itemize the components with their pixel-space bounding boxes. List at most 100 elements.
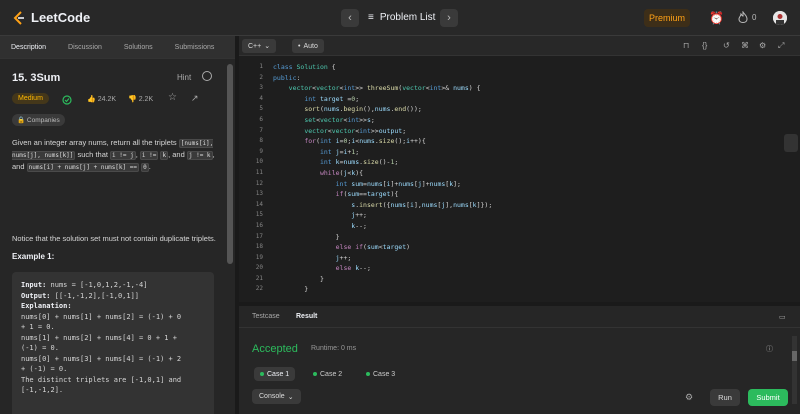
shortcut-icon[interactable]: ⌘: [741, 41, 749, 50]
code-line[interactable]: set<vector<int>>s;: [273, 115, 492, 126]
alarm-clock-icon[interactable]: ⏰: [709, 11, 724, 25]
code-line[interactable]: int k=nums.size()-1;: [273, 157, 492, 168]
dislike-count: 2.2K: [138, 95, 154, 103]
code-editor[interactable]: C++ ⌄ • Auto ⊓ {} ↺ ⌘ ⚙ ⤢ 1 2 3 4 5 6 7 …: [239, 36, 800, 302]
code-line[interactable]: else k--;: [273, 263, 492, 274]
code-line[interactable]: }: [273, 284, 492, 295]
problem-list-button[interactable]: ≡ Problem List: [368, 12, 435, 23]
problem-panel: Description Discussion Solutions Submiss…: [0, 36, 235, 414]
share-icon[interactable]: ↗: [191, 93, 199, 104]
language-select[interactable]: C++ ⌄: [242, 39, 277, 53]
code-line[interactable]: int sum=nums[i]+nums[j]+nums[k];: [273, 179, 492, 190]
desc-text: Given an integer array nums, return all …: [12, 138, 177, 147]
explanation-line: [-1,-1,2].: [21, 386, 64, 394]
code-line[interactable]: }: [273, 232, 492, 243]
thumbs-up-icon: 👍: [87, 96, 96, 103]
line-number: 13: [255, 190, 263, 198]
case-2-tab[interactable]: Case 2: [307, 367, 348, 381]
code-line[interactable]: public:: [273, 73, 492, 84]
runtime-text: Runtime: 0 ms: [311, 345, 357, 352]
code-line[interactable]: else if(sum<target): [273, 242, 492, 253]
hint-link[interactable]: Hint: [177, 73, 191, 82]
explanation-line: (-1) = 0.: [21, 344, 59, 352]
case-label: Case 3: [373, 370, 396, 378]
code-line[interactable]: for(int i=0;i<nums.size();i++){: [273, 136, 492, 147]
gear-icon[interactable]: ⚙: [759, 41, 766, 50]
line-number: 7: [259, 126, 263, 134]
line-number: 16: [255, 221, 263, 229]
next-problem-button[interactable]: ›: [440, 9, 458, 27]
code-line[interactable]: j++;: [273, 253, 492, 264]
left-scrollbar[interactable]: [227, 64, 233, 264]
tab-solutions[interactable]: Solutions: [113, 36, 164, 59]
line-numbers: 1 2 3 4 5 6 7 8 9 10 11 12 13 14 15 16 1…: [239, 62, 263, 295]
info-icon[interactable]: ⓘ: [766, 344, 773, 354]
tab-submissions[interactable]: Submissions: [164, 36, 226, 59]
inline-code: j != k: [186, 151, 213, 160]
result-tabs: Testcase Result ▭: [239, 306, 800, 328]
reset-icon[interactable]: ↺: [723, 41, 730, 50]
inline-code: 0: [141, 163, 149, 172]
code-content[interactable]: class Solution {public: vector<vector<in…: [273, 62, 492, 295]
editor-toolbar: C++ ⌄ • Auto ⊓ {} ↺ ⌘ ⚙ ⤢: [239, 36, 800, 56]
bookmark-icon[interactable]: ⊓: [683, 41, 689, 50]
tab-description[interactable]: Description: [0, 36, 57, 59]
companies-tag[interactable]: 🔒 Companies: [12, 114, 65, 126]
code-line[interactable]: int j=i+1;: [273, 147, 492, 158]
code-line[interactable]: k--;: [273, 221, 492, 232]
premium-button[interactable]: Premium: [644, 9, 690, 27]
chevron-down-icon: ⌄: [264, 43, 271, 50]
case-1-tab[interactable]: Case 1: [254, 367, 296, 381]
language-label: C++: [248, 42, 262, 50]
line-number: 14: [255, 200, 263, 208]
top-bar: LeetCode ‹ ≡ Problem List › Premium ⏰ 0: [0, 0, 800, 36]
code-line[interactable]: class Solution {: [273, 62, 492, 73]
line-number: 12: [255, 179, 263, 187]
console-button[interactable]: Console ⌄: [252, 389, 301, 404]
tab-discussion[interactable]: Discussion: [57, 36, 113, 59]
run-button[interactable]: Run: [710, 389, 740, 406]
example-box: Input: nums = [-1,0,1,2,-1,-4] Output: […: [12, 272, 214, 414]
tab-testcase[interactable]: Testcase: [252, 313, 280, 320]
leetcode-logo[interactable]: LeetCode: [12, 10, 90, 25]
minimize-icon[interactable]: ▭: [779, 313, 786, 321]
scroll-thumb[interactable]: [792, 351, 797, 361]
code-line[interactable]: }: [273, 274, 492, 285]
case-3-tab[interactable]: Case 3: [360, 367, 401, 381]
mode-select[interactable]: • Auto: [292, 39, 324, 53]
dislike-button[interactable]: 👎 2.2K: [128, 95, 154, 104]
code-line[interactable]: vector<vector<int>>output;: [273, 126, 492, 137]
explanation-line: nums[0] + nums[3] + nums[4] = (-1) + 2: [21, 354, 182, 363]
submit-button[interactable]: Submit: [748, 389, 788, 406]
code-line[interactable]: sort(nums.begin(),nums.end());: [273, 104, 492, 115]
pass-dot-icon: [366, 372, 370, 376]
code-line[interactable]: if(sum==target){: [273, 189, 492, 200]
explanation-line: The distinct triplets are [-1,0,1] and: [21, 375, 182, 384]
example-title: Example 1:: [12, 252, 55, 261]
tab-result[interactable]: Result: [296, 313, 317, 320]
code-line[interactable]: j++;: [273, 210, 492, 221]
line-number: 5: [259, 105, 263, 113]
avatar[interactable]: [773, 11, 787, 25]
braces-icon[interactable]: {}: [702, 41, 707, 50]
star-icon[interactable]: ☆: [168, 92, 177, 103]
line-number: 10: [255, 158, 263, 166]
debug-icon[interactable]: ⚙: [685, 392, 693, 403]
prev-problem-button[interactable]: ‹: [341, 9, 359, 27]
like-button[interactable]: 👍 24.2K: [87, 95, 116, 104]
file-icon[interactable]: [784, 134, 798, 152]
leetcode-logo-icon: [13, 10, 24, 25]
code-line[interactable]: while(j<k){: [273, 168, 492, 179]
settings-circle-icon[interactable]: [202, 71, 212, 81]
flame-icon[interactable]: [738, 10, 748, 26]
code-line[interactable]: int target =0;: [273, 94, 492, 105]
code-line[interactable]: vector<vector<int>> threeSum(vector<int>…: [273, 83, 492, 94]
code-line[interactable]: s.insert({nums[i],nums[j],nums[k]});: [273, 200, 492, 211]
description-tabs: Description Discussion Solutions Submiss…: [0, 36, 235, 59]
line-number: 15: [255, 211, 263, 219]
result-scrollbar[interactable]: [792, 336, 797, 404]
chevron-down-icon: ⌄: [287, 393, 294, 401]
problem-description: Given an integer array nums, return all …: [12, 137, 217, 173]
fullscreen-icon[interactable]: ⤢: [778, 41, 784, 51]
line-number: 8: [259, 137, 263, 145]
